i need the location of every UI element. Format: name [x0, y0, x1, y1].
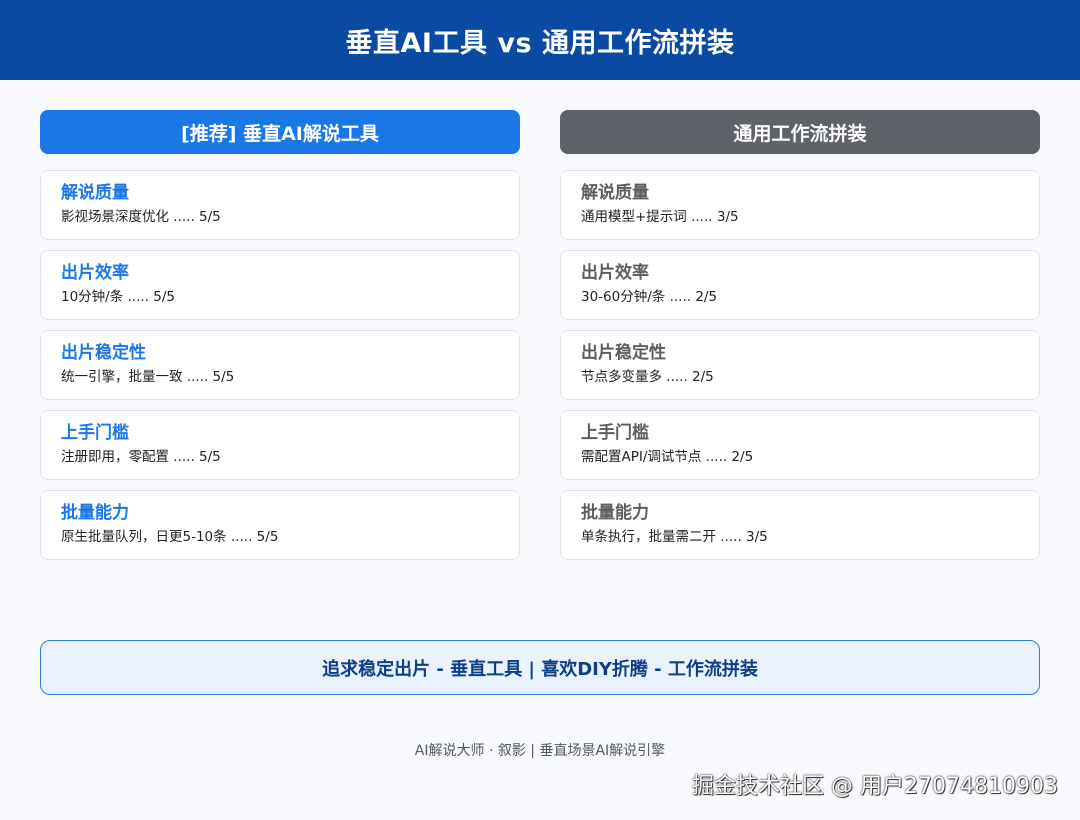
- page-header: 垂直AI工具 vs 通用工作流拼装: [0, 0, 1080, 80]
- card-detail: 需配置API/调试节点 ..... 2/5: [581, 449, 754, 465]
- card-title: 解说质量: [61, 183, 129, 203]
- general-card-list: 解说质量 通用模型+提示词 ..... 3/5 出片效率 30-60分钟/条 .…: [560, 170, 1040, 560]
- card-title: 出片稳定性: [581, 343, 666, 363]
- general-column-header: 通用工作流拼装: [560, 110, 1040, 154]
- card-detail: 原生批量队列，日更5-10条 ..... 5/5: [61, 529, 279, 545]
- watermark: 掘金技术社区 @ 用户27074810903: [692, 774, 1058, 799]
- general-card-batch: 批量能力 单条执行，批量需二开 ..... 3/5: [560, 490, 1040, 560]
- card-title: 批量能力: [581, 503, 649, 523]
- card-title: 出片效率: [61, 263, 129, 283]
- recommended-card-list: 解说质量 影视场景深度优化 ..... 5/5 出片效率 10分钟/条 ....…: [40, 170, 520, 560]
- footer-caption: AI解说大师 · 叙影 | 垂直场景AI解说引擎: [414, 743, 666, 759]
- general-card-threshold: 上手门槛 需配置API/调试节点 ..... 2/5: [560, 410, 1040, 480]
- recommended-card-efficiency: 出片效率 10分钟/条 ..... 5/5: [40, 250, 520, 320]
- recommended-column-header: [推荐] 垂直AI解说工具: [40, 110, 520, 154]
- summary-banner: 追求稳定出片 - 垂直工具 | 喜欢DIY折腾 - 工作流拼装: [40, 640, 1040, 695]
- recommended-card-batch: 批量能力 原生批量队列，日更5-10条 ..... 5/5: [40, 490, 520, 560]
- card-title: 上手门槛: [581, 423, 649, 443]
- card-title: 出片稳定性: [61, 343, 146, 363]
- card-detail: 注册即用，零配置 ..... 5/5: [61, 449, 221, 465]
- card-title: 上手门槛: [61, 423, 129, 443]
- card-detail: 10分钟/条 ..... 5/5: [61, 289, 175, 305]
- summary-text: 追求稳定出片 - 垂直工具 | 喜欢DIY折腾 - 工作流拼装: [322, 658, 758, 680]
- general-column: 通用工作流拼装 解说质量 通用模型+提示词 ..... 3/5 出片效率 30-…: [560, 110, 1040, 570]
- card-detail: 30-60分钟/条 ..... 2/5: [581, 289, 718, 305]
- general-card-stability: 出片稳定性 节点多变量多 ..... 2/5: [560, 330, 1040, 400]
- card-detail: 单条执行，批量需二开 ..... 3/5: [581, 529, 768, 545]
- card-title: 批量能力: [61, 503, 129, 523]
- recommended-card-quality: 解说质量 影视场景深度优化 ..... 5/5: [40, 170, 520, 240]
- general-card-quality: 解说质量 通用模型+提示词 ..... 3/5: [560, 170, 1040, 240]
- page-title: 垂直AI工具 vs 通用工作流拼装: [345, 27, 735, 59]
- general-card-efficiency: 出片效率 30-60分钟/条 ..... 2/5: [560, 250, 1040, 320]
- card-detail: 节点多变量多 ..... 2/5: [581, 369, 714, 385]
- recommended-card-stability: 出片稳定性 统一引擎，批量一致 ..... 5/5: [40, 330, 520, 400]
- card-detail: 统一引擎，批量一致 ..... 5/5: [61, 369, 235, 385]
- recommended-card-threshold: 上手门槛 注册即用，零配置 ..... 5/5: [40, 410, 520, 480]
- recommended-column: [推荐] 垂直AI解说工具 解说质量 影视场景深度优化 ..... 5/5 出片…: [40, 110, 520, 570]
- card-detail: 影视场景深度优化 ..... 5/5: [61, 209, 221, 225]
- card-title: 解说质量: [581, 183, 649, 203]
- card-title: 出片效率: [581, 263, 649, 283]
- card-detail: 通用模型+提示词 ..... 3/5: [581, 209, 739, 225]
